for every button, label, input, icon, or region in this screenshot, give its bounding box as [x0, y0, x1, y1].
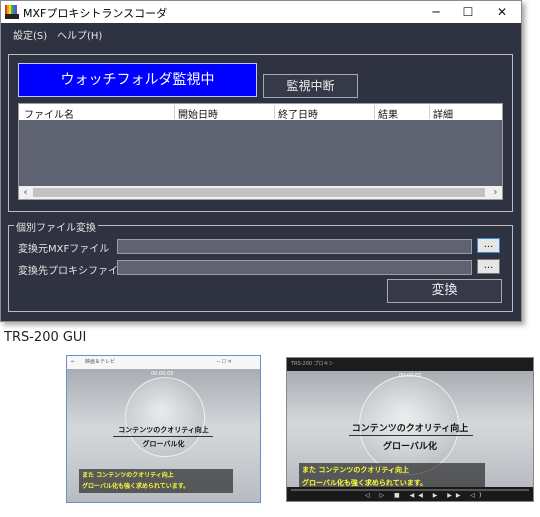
scroll-right-icon[interactable]: › — [489, 186, 502, 199]
headline-rule — [113, 436, 213, 437]
source-browse-button[interactable]: ... — [477, 238, 500, 253]
player-headline-1: コンテンツのクオリティ向上 — [351, 424, 469, 434]
player-titlebar: TRS-200 プロキシ — [287, 358, 533, 371]
preview-window-title: 映画＆テレビ — [85, 359, 116, 365]
column-result[interactable]: 結果 — [378, 106, 398, 121]
preview-player: TRS-200 プロキシ 00:00:05 コンテンツのクオリティ向上 グローバ… — [286, 357, 534, 502]
window-controls-icon: ─ ☐ ✕ — [217, 359, 232, 365]
menu-bar: 設定(S) ヘルプ(H) — [1, 23, 521, 43]
scroll-left-icon[interactable]: ‹ — [19, 186, 32, 199]
column-end-time[interactable]: 終了日時 — [278, 106, 318, 121]
column-filename[interactable]: ファイル名 — [24, 106, 74, 121]
player-subtitle-line-1: また コンテンツのクオリティ向上 — [302, 466, 410, 474]
horizontal-scrollbar[interactable]: ‹ › — [19, 186, 502, 199]
subtitle-line-1: また コンテンツのクオリティ向上 — [82, 472, 174, 479]
close-button[interactable]: ✕ — [485, 1, 519, 23]
watch-status-indicator: ウォッチフォルダ監視中 — [18, 63, 257, 97]
seek-bar[interactable] — [291, 489, 529, 491]
dest-file-input[interactable] — [117, 260, 472, 275]
convert-button[interactable]: 変換 — [387, 279, 502, 303]
video-frame: 00:00:05 コンテンツのクオリティ向上 グローバル化 また コンテンツのク… — [67, 369, 260, 502]
column-details[interactable]: 詳細 — [433, 106, 453, 121]
menu-settings[interactable]: 設定(S) — [13, 27, 47, 42]
preview-titlebar: ← 映画＆テレビ ─ ☐ ✕ — [67, 356, 260, 369]
source-file-label: 変換元MXFファイル — [18, 244, 110, 255]
player-window-title: TRS-200 プロキシ — [291, 361, 334, 367]
scroll-thumb[interactable] — [33, 188, 485, 197]
dest-browse-button[interactable]: ... — [477, 259, 500, 274]
player-headline-rule — [349, 435, 473, 436]
window-title: MXFプロキシトランスコーダ — [23, 7, 168, 20]
subtitle-box: また コンテンツのクオリティ向上 グローバル化も強く求められています。 — [79, 469, 233, 493]
preview-movies-tv: ← 映画＆テレビ ─ ☐ ✕ 00:00:05 コンテンツのクオリティ向上 グロ… — [66, 355, 261, 503]
menu-help[interactable]: ヘルプ(H) — [57, 27, 102, 42]
back-arrow-icon: ← — [71, 359, 76, 365]
maximize-button[interactable]: ☐ — [451, 1, 485, 23]
dest-file-label: 変換先プロキシファイル — [18, 266, 128, 277]
headline-2: グローバル化 — [142, 440, 185, 448]
stop-watch-button[interactable]: 監視中断 — [263, 74, 358, 98]
title-bar: MXFプロキシトランスコーダ ─ ☐ ✕ — [1, 1, 521, 23]
player-timecode: 00:00:05 — [399, 373, 422, 379]
headline-1: コンテンツのクオリティ向上 — [118, 426, 209, 434]
source-file-input[interactable] — [117, 239, 472, 254]
app-icon — [5, 5, 19, 19]
playback-buttons-icon[interactable]: ◁ ▷ ■ ◀◀ ▶ ▶▶ ◁) — [365, 492, 485, 499]
column-start-time[interactable]: 開始日時 — [178, 106, 218, 121]
player-controls: ◁ ▷ ■ ◀◀ ▶ ▶▶ ◁) — [287, 487, 533, 501]
minimize-button[interactable]: ─ — [419, 1, 453, 23]
table-header: ファイル名 開始日時 終了日時 結果 詳細 — [19, 104, 502, 121]
job-table[interactable]: ファイル名 開始日時 終了日時 結果 詳細 ‹ › — [18, 103, 503, 200]
player-headline-2: グローバル化 — [383, 442, 437, 452]
player-video-frame: 00:00:05 コンテンツのクオリティ向上 グローバル化 また コンテンツのク… — [287, 371, 533, 491]
timecode: 00:00:05 — [151, 371, 174, 377]
convert-group-label: 個別ファイル変換 — [14, 219, 98, 234]
figure-caption: TRS-200 GUI — [4, 330, 87, 345]
subtitle-line-2: グローバル化も強く求められています。 — [82, 483, 190, 490]
